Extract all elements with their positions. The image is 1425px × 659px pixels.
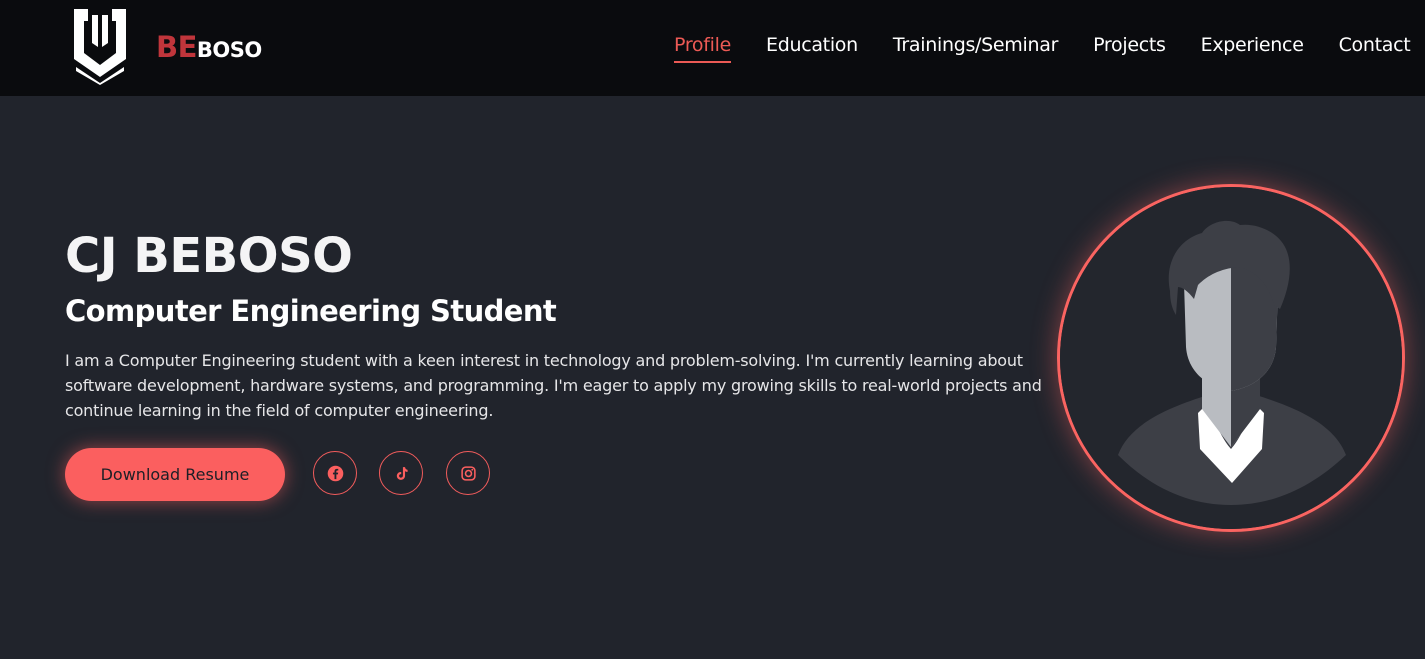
main-nav: Profile Education Trainings/Seminar Proj… bbox=[674, 34, 1425, 63]
brand-wordmark[interactable]: BE BOSO bbox=[156, 30, 262, 66]
avatar-silhouette-icon bbox=[1060, 187, 1402, 529]
hero-name: CJ BEBOSO bbox=[65, 228, 353, 284]
download-resume-button[interactable]: Download Resume bbox=[65, 448, 285, 501]
top-navigation-bar: BE BOSO Profile Education Trainings/Semi… bbox=[0, 0, 1425, 96]
brand-suffix: BOSO bbox=[196, 38, 262, 62]
tiktok-link[interactable] bbox=[379, 451, 423, 495]
brand-prefix: BE bbox=[156, 30, 197, 64]
hero-bio: I am a Computer Engineering student with… bbox=[65, 351, 1042, 420]
nav-education[interactable]: Education bbox=[766, 34, 858, 63]
profile-avatar bbox=[1057, 184, 1405, 532]
nav-contact[interactable]: Contact bbox=[1339, 34, 1411, 63]
logo-icon bbox=[74, 9, 126, 85]
hero-role: Computer Engineering Student bbox=[65, 294, 557, 328]
nav-experience[interactable]: Experience bbox=[1201, 34, 1304, 63]
nav-profile[interactable]: Profile bbox=[674, 34, 731, 63]
facebook-icon bbox=[327, 465, 343, 481]
facebook-link[interactable] bbox=[313, 451, 357, 495]
tiktok-icon bbox=[396, 466, 408, 480]
nav-projects[interactable]: Projects bbox=[1093, 34, 1166, 63]
nav-trainings-seminar[interactable]: Trainings/Seminar bbox=[893, 34, 1059, 63]
instagram-link[interactable] bbox=[446, 451, 490, 495]
instagram-icon bbox=[460, 465, 476, 481]
